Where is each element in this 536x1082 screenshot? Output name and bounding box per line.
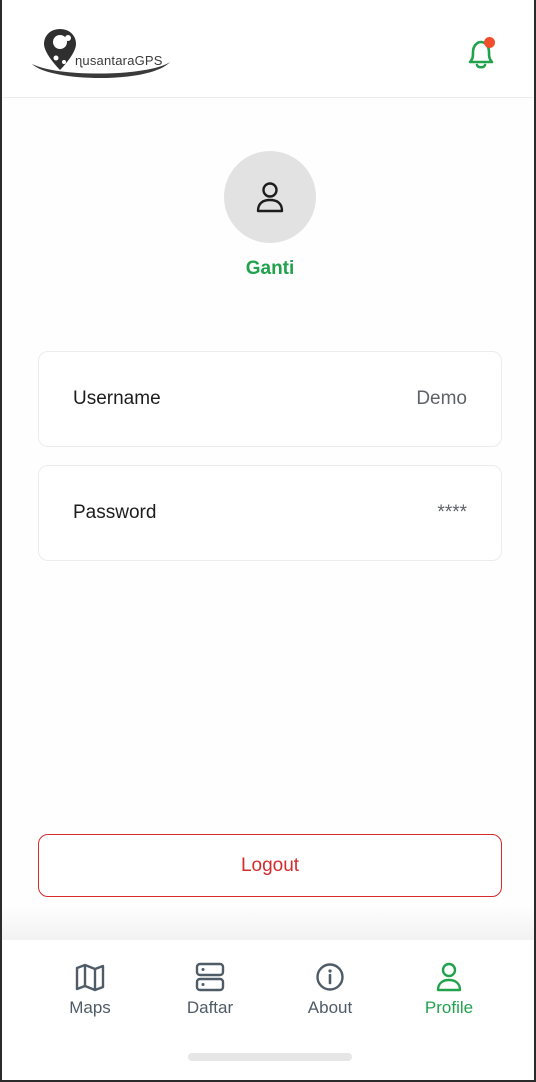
nav-item-about[interactable]: About [270,962,390,1018]
nav-item-daftar[interactable]: Daftar [150,962,270,1018]
notification-button[interactable] [461,34,501,74]
user-icon [256,182,284,213]
bell-icon [468,40,494,69]
server-list-icon [195,962,225,992]
info-icon [316,963,344,991]
nav-item-profile[interactable]: Profile [389,962,509,1018]
notification-badge [484,37,495,48]
change-avatar-link[interactable]: Ganti [2,258,534,280]
avatar[interactable] [224,151,316,243]
username-row: Username Demo [38,351,502,447]
map-icon [75,963,105,992]
nav-label-about: About [307,998,353,1017]
nav-shadow [2,905,534,940]
password-value: **** [437,502,467,523]
app-logo: ɳusantaraGPS [30,26,175,84]
nav-label-daftar: Daftar [186,998,234,1017]
nav-label-profile: Profile [424,998,474,1017]
username-label: Username [73,388,161,409]
password-label: Password [73,502,157,523]
password-row[interactable]: Password **** [38,465,502,561]
user-icon [436,962,462,992]
username-value: Demo [416,388,467,409]
logout-button[interactable]: Logout [38,834,502,897]
app-screen: ɳusantaraGPS Ganti Username Demo Passwor… [0,0,536,1082]
logo-text: ɳusantaraGPS [75,53,163,68]
top-header: ɳusantaraGPS [2,0,534,98]
nav-label-maps: Maps [69,998,111,1017]
nav-item-maps[interactable]: Maps [30,962,150,1018]
home-indicator [188,1053,352,1061]
